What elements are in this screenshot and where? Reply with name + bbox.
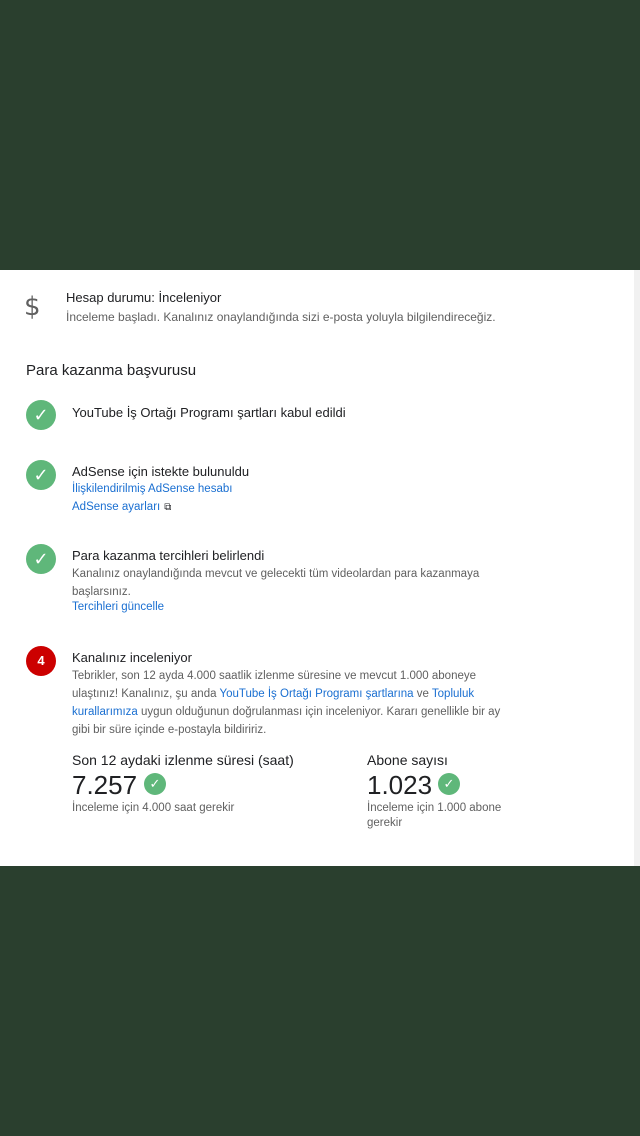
metric-value: 7.257 — [72, 770, 138, 800]
account-status-description: İnceleme başladı. Kanalınız onaylandığın… — [66, 310, 496, 324]
step-description: Tebrikler, son 12 ayda 4.000 saatlik izl… — [72, 667, 512, 739]
metric-label: Son 12 aydaki izlenme süresi (saat) — [72, 752, 294, 768]
step-description: Kanalınız onaylandığında mevcut ve gelec… — [72, 568, 480, 598]
step-number-badge: 4 — [26, 646, 56, 676]
check-icon: ✓ — [144, 773, 166, 795]
adsense-settings-link[interactable]: AdSense ayarları ⧉ — [72, 501, 171, 513]
check-icon: ✓ — [26, 460, 56, 490]
check-icon: ✓ — [26, 544, 56, 574]
open-external-icon: ⧉ — [164, 502, 172, 513]
step-title: Para kazanma tercihleri belirlendi — [72, 548, 265, 563]
step-title: Kanalınız inceleniyor — [72, 650, 192, 665]
section-title: Para kazanma başvurusu — [26, 362, 197, 379]
desc-text-2: ve — [413, 688, 432, 700]
metric-note: İnceleme için 1.000 abone gerekir — [367, 802, 502, 829]
scrollbar[interactable] — [634, 270, 640, 866]
account-status-title: Hesap durumu: İnceleniyor — [66, 290, 222, 305]
adsense-settings-label: AdSense ayarları — [72, 501, 161, 513]
dollar-icon: $ — [24, 292, 41, 322]
step-title: AdSense için istekte bulunuldu — [72, 464, 250, 479]
metric-value: 1.023 — [367, 770, 433, 800]
step-title: YouTube İş Ortağı Programı şartları kabu… — [72, 405, 346, 420]
check-icon: ✓ — [438, 773, 460, 795]
monetization-panel: $ Hesap durumu: İnceleniyor İnceleme baş… — [0, 270, 634, 866]
metric-label: Abone sayısı — [367, 752, 448, 768]
linked-adsense-account-link[interactable]: İlişkilendirilmiş AdSense hesabı — [72, 483, 232, 495]
metric-note: İnceleme için 4.000 saat gerekir — [72, 802, 235, 814]
check-icon: ✓ — [26, 400, 56, 430]
partner-program-terms-link[interactable]: YouTube İş Ortağı Programı şartlarına — [219, 688, 413, 700]
update-preferences-link[interactable]: Tercihleri güncelle — [72, 601, 164, 613]
